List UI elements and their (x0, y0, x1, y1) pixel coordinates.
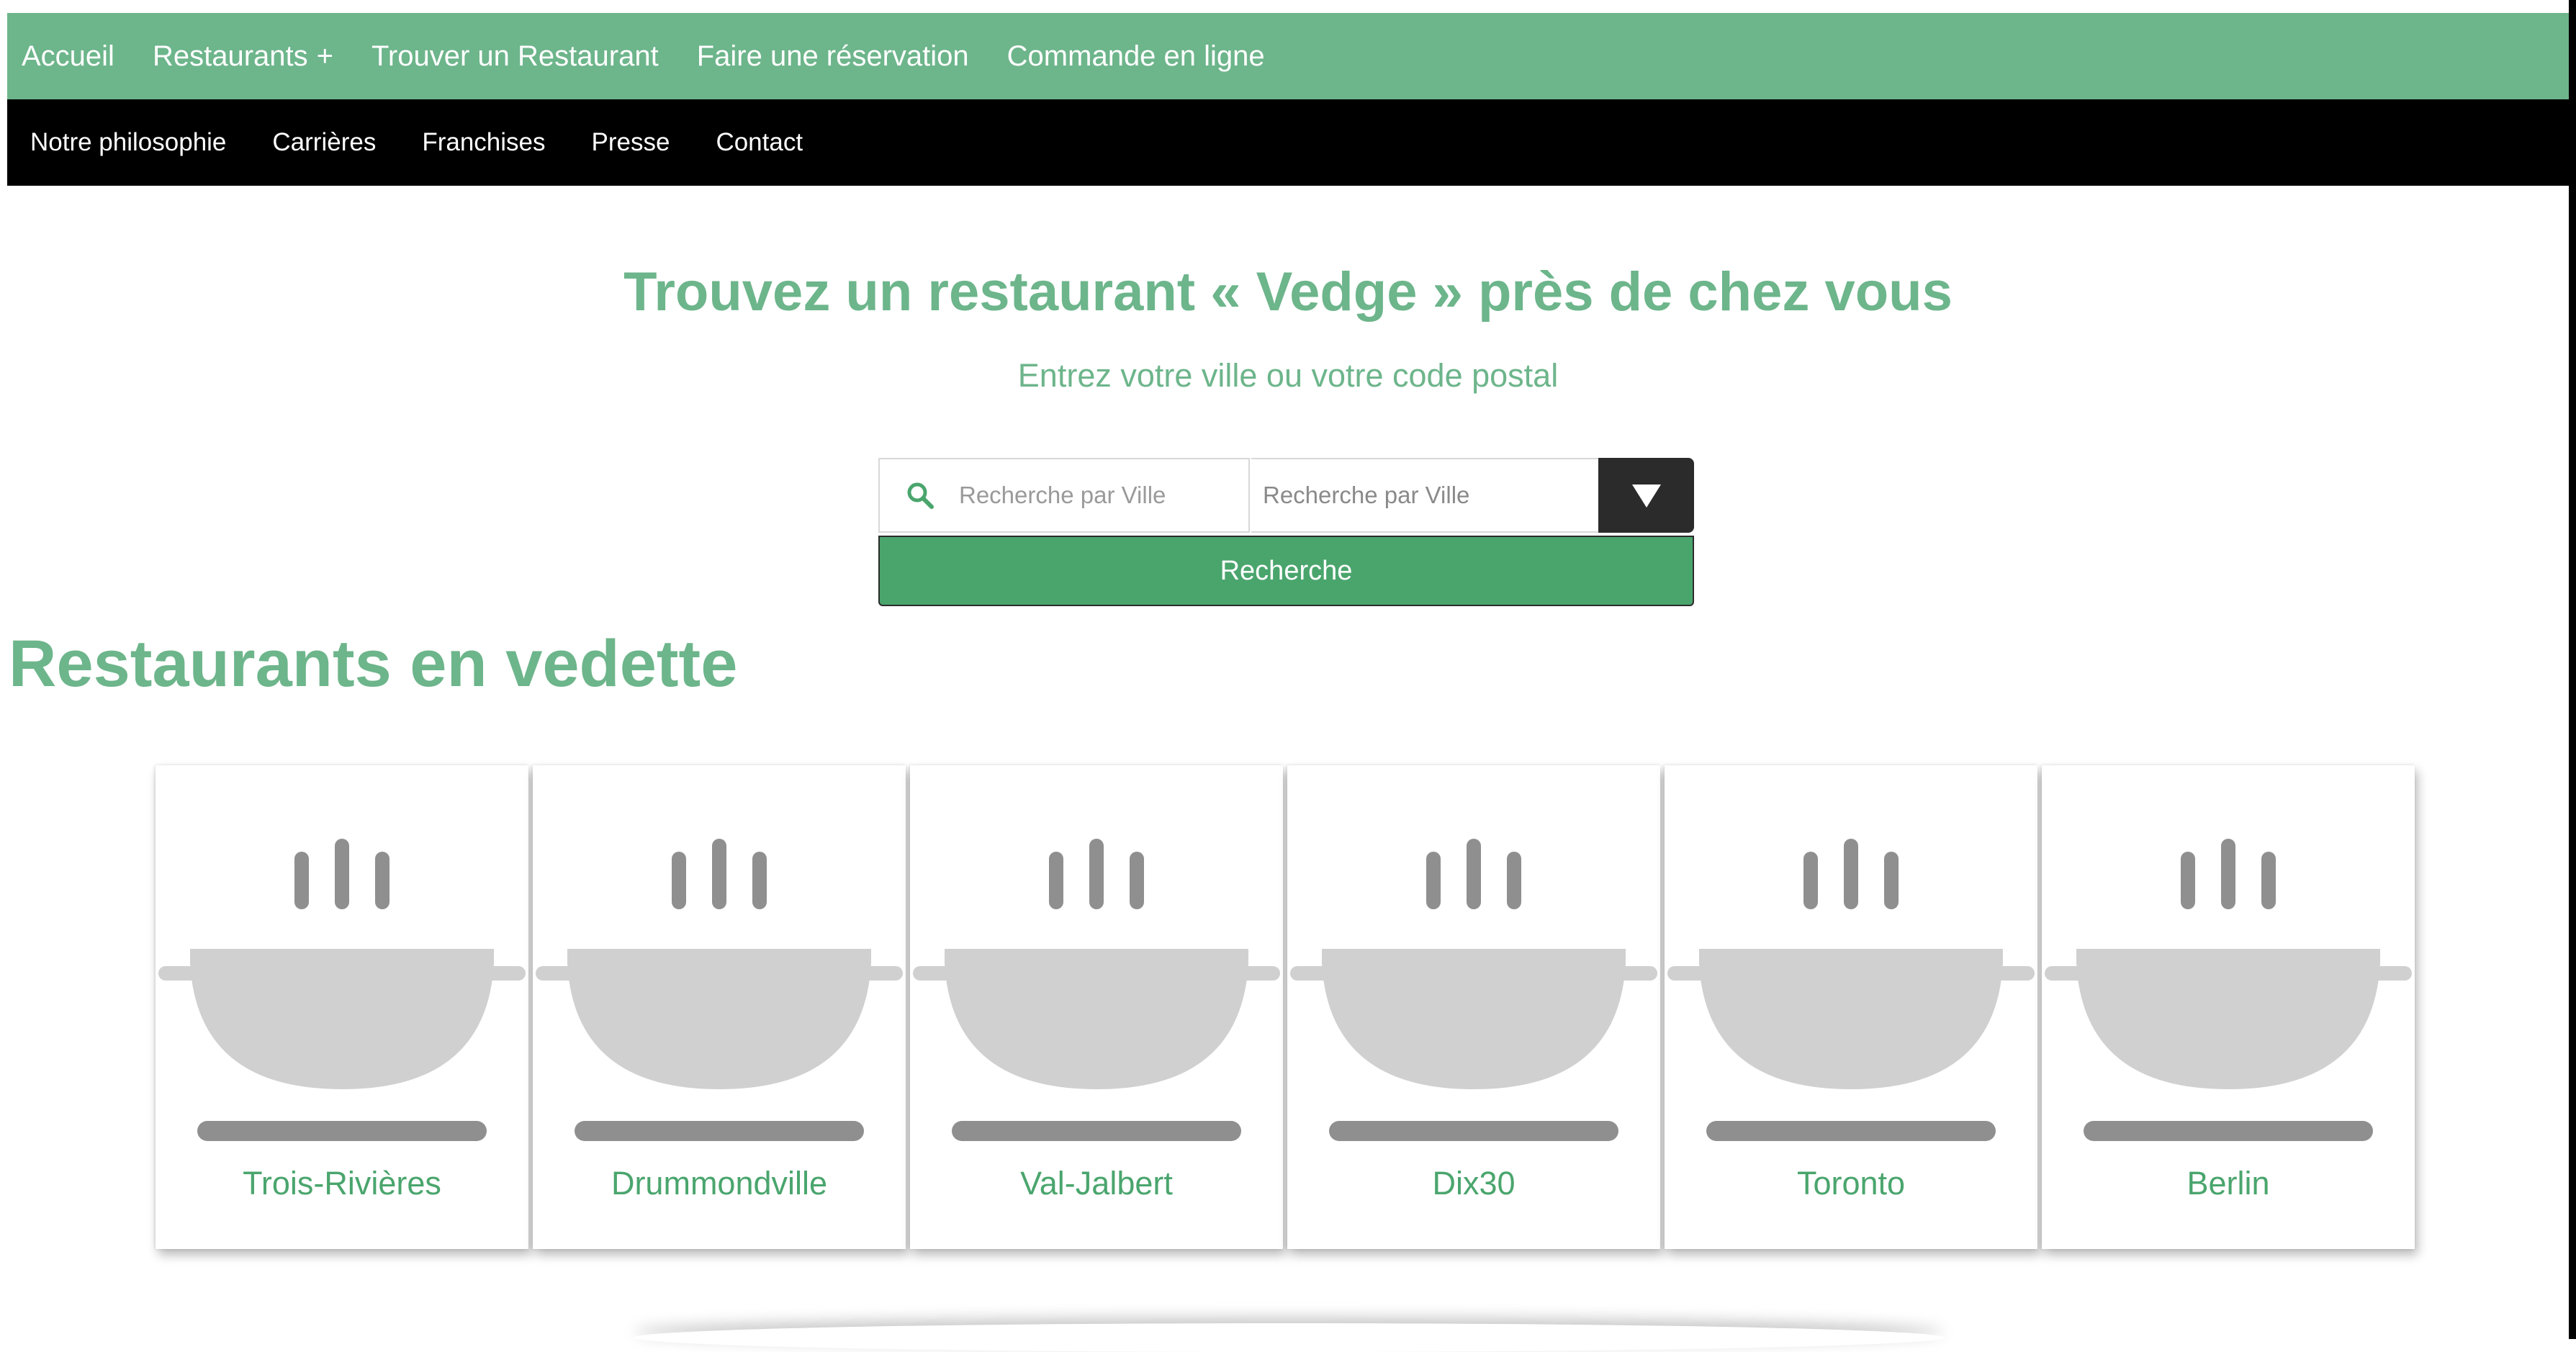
hero-subtitle: Entrez votre ville ou votre code postal (1017, 357, 1559, 394)
featured-restaurant-cards: Trois-Rivières Drummondville Val-Jalbert… (156, 765, 2416, 1249)
cooking-pot-icon (1667, 839, 2035, 1141)
restaurant-search-form: Recherche par Ville Recherche (878, 458, 1694, 606)
hero-title: Trouvez un restaurant « Vedge » près de … (623, 261, 1953, 323)
restaurant-card-berlin[interactable]: Berlin (2042, 765, 2415, 1249)
nav-item-accueil[interactable]: Accueil (22, 40, 114, 73)
card-label: Drummondville (611, 1165, 828, 1202)
featured-title: Restaurants en vedette (9, 627, 738, 700)
search-submit-button[interactable]: Recherche (878, 536, 1694, 606)
card-label: Toronto (1796, 1165, 1906, 1202)
search-icon (907, 482, 934, 509)
nav-item-label: Trouver un Restaurant (371, 40, 659, 72)
nav-item-restaurants[interactable]: Restaurants + (153, 40, 333, 73)
restaurant-card-drummondville[interactable]: Drummondville (533, 765, 906, 1249)
next-section-shadow (634, 1323, 1944, 1352)
card-label: Berlin (2187, 1165, 2270, 1202)
nav-item-contact[interactable]: Contact (716, 128, 803, 157)
restaurant-card-dix30[interactable]: Dix30 (1287, 765, 1660, 1249)
cooking-pot-icon (2045, 839, 2412, 1141)
city-select[interactable]: Recherche par Ville (1251, 458, 1603, 533)
cooking-pot-icon (158, 839, 526, 1141)
nav-item-label: Accueil (22, 40, 114, 72)
secondary-nav: Notre philosophie Carrières Franchises P… (7, 99, 2569, 186)
cooking-pot-icon (1290, 839, 1657, 1141)
nav-item-franchises[interactable]: Franchises (422, 128, 545, 157)
city-select-dropdown-button[interactable] (1598, 458, 1694, 533)
city-select-value: Recherche par Ville (1263, 482, 1470, 508)
nav-item-philosophie[interactable]: Notre philosophie (30, 128, 226, 157)
city-search-input[interactable] (959, 482, 1233, 509)
window-right-edge (2569, 0, 2576, 1339)
top-strip (0, 0, 2576, 13)
nav-item-label: Faire une réservation (696, 40, 969, 72)
nav-item-carrieres[interactable]: Carrières (272, 128, 376, 157)
primary-nav: Accueil Restaurants + Trouver un Restaur… (7, 13, 2569, 99)
nav-item-presse[interactable]: Presse (592, 128, 670, 157)
cooking-pot-icon (913, 839, 1280, 1141)
restaurant-card-val-jalbert[interactable]: Val-Jalbert (910, 765, 1283, 1249)
restaurant-card-trois-rivieres[interactable]: Trois-Rivières (156, 765, 528, 1249)
restaurant-card-toronto[interactable]: Toronto (1665, 765, 2037, 1249)
nav-item-commande[interactable]: Commande en ligne (1007, 40, 1265, 73)
nav-item-trouver-restaurant[interactable]: Trouver un Restaurant (371, 40, 659, 73)
page: Accueil Restaurants + Trouver un Restaur… (0, 0, 2576, 1339)
expand-plus-icon: + (316, 40, 333, 72)
search-row: Recherche par Ville (878, 458, 1694, 533)
cooking-pot-icon (536, 839, 903, 1141)
nav-item-reservation[interactable]: Faire une réservation (697, 40, 969, 73)
city-search-field[interactable] (878, 458, 1250, 533)
chevron-down-icon (1631, 485, 1661, 508)
nav-item-label: Restaurants (152, 40, 308, 72)
card-label: Dix30 (1432, 1165, 1516, 1202)
nav-item-label: Commande en ligne (1006, 40, 1265, 72)
card-label: Val-Jalbert (1020, 1165, 1173, 1202)
card-label: Trois-Rivières (243, 1165, 441, 1202)
